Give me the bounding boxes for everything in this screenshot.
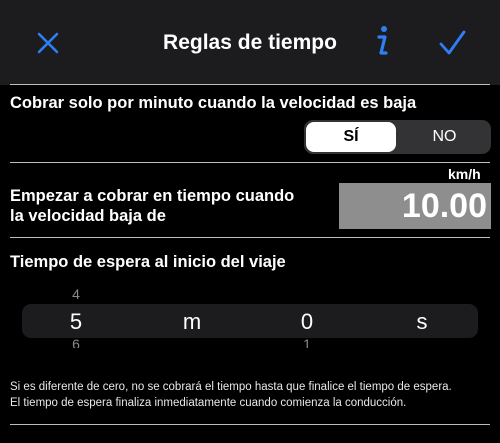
speed-threshold-input[interactable]: 10.00 [339,183,491,229]
page-title: Reglas de tiempo [163,31,337,54]
minutes-unit-label: m [182,309,202,334]
minutes-below-value: 6 [72,336,80,348]
speed-threshold-label-line1: Empezar a cobrar en tiempo cuando [10,187,295,205]
wait-time-label: Tiempo de espera al inicio del viaje [10,253,286,271]
note-line-2: El tiempo de espera finaliza inmediatame… [10,397,407,409]
minutes-selected-value[interactable]: 5 [46,309,106,335]
seconds-selected-value[interactable]: 0 [277,309,337,335]
navigation-bar: Reglas de tiempo [0,0,500,85]
seconds-unit-label: s [416,309,428,334]
low-speed-label: Cobrar solo por minuto cuando la velocid… [10,94,417,112]
segment-yes[interactable]: SÍ [306,122,396,152]
divider [10,424,490,425]
yes-no-segmented-control: SÍ NO [304,120,491,154]
divider [10,237,490,238]
checkmark-icon[interactable] [438,29,466,57]
divider [10,162,490,163]
wait-time-note: Si es diferente de cero, no se cobrará e… [10,379,495,411]
minutes-above-value: 4 [72,286,80,302]
speed-unit-label: km/h [448,166,481,182]
info-icon[interactable] [372,24,392,58]
segment-no[interactable]: NO [398,120,491,154]
note-line-1: Si es diferente de cero, no se cobrará e… [10,381,452,393]
divider [10,84,490,85]
speed-threshold-label-line2: la velocidad baja de [10,207,166,225]
seconds-below-value: 1 [303,336,311,348]
